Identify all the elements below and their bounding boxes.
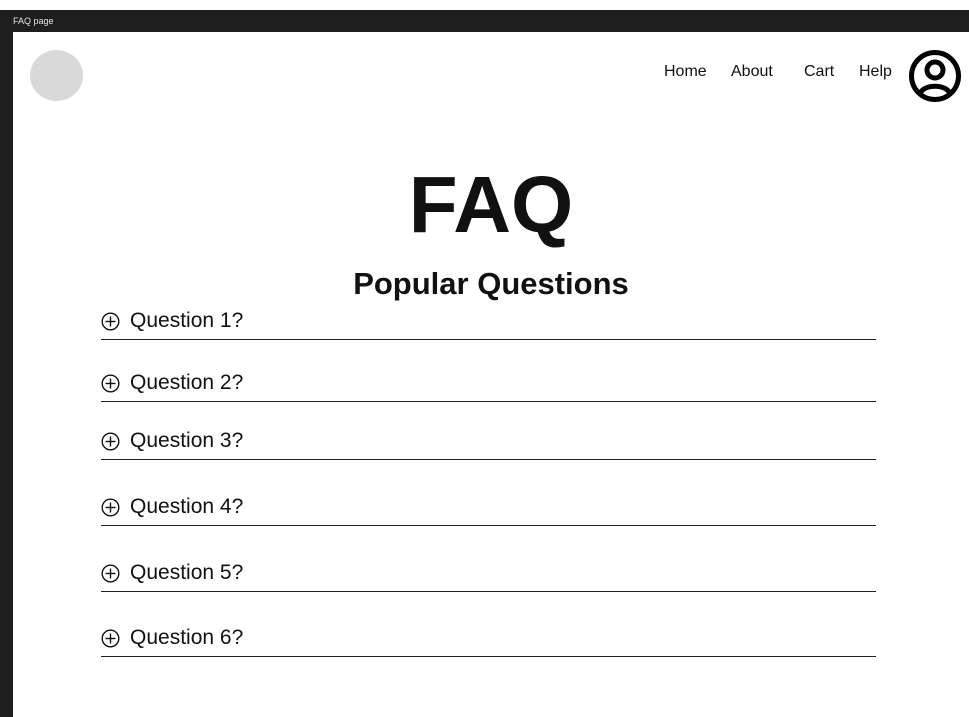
plus-circle-icon[interactable]: [101, 312, 120, 331]
frame-title: FAQ page: [0, 10, 969, 32]
window-top-edge: [0, 0, 969, 10]
faq-item[interactable]: Question 5?: [101, 558, 876, 592]
logo-placeholder[interactable]: [30, 50, 83, 101]
faq-item[interactable]: Question 6?: [101, 623, 876, 657]
nav-help-link[interactable]: Help: [859, 63, 892, 81]
faq-item[interactable]: Question 1?: [101, 306, 876, 340]
faq-question-text: Question 4?: [130, 495, 244, 518]
plus-circle-icon[interactable]: [101, 629, 120, 648]
faq-question-text: Question 3?: [130, 429, 244, 452]
page-title: FAQ: [408, 160, 574, 249]
account-icon[interactable]: [908, 49, 962, 103]
faq-item[interactable]: Question 3?: [101, 426, 876, 460]
page-canvas: Home About Cart Help FAQ Popular Questio…: [13, 32, 969, 717]
faq-item[interactable]: Question 4?: [101, 492, 876, 526]
nav-cart-link[interactable]: Cart: [804, 63, 834, 81]
faq-item[interactable]: Question 2?: [101, 368, 876, 402]
faq-question-text: Question 1?: [130, 309, 244, 332]
plus-circle-icon[interactable]: [101, 374, 120, 393]
nav-about-link[interactable]: About: [731, 63, 773, 81]
faq-question-text: Question 6?: [130, 626, 244, 649]
plus-circle-icon[interactable]: [101, 498, 120, 517]
faq-question-text: Question 5?: [130, 561, 244, 584]
plus-circle-icon[interactable]: [101, 564, 120, 583]
section-subtitle: Popular Questions: [353, 266, 629, 301]
nav-home-link[interactable]: Home: [664, 63, 707, 81]
faq-question-text: Question 2?: [130, 371, 244, 394]
plus-circle-icon[interactable]: [101, 432, 120, 451]
